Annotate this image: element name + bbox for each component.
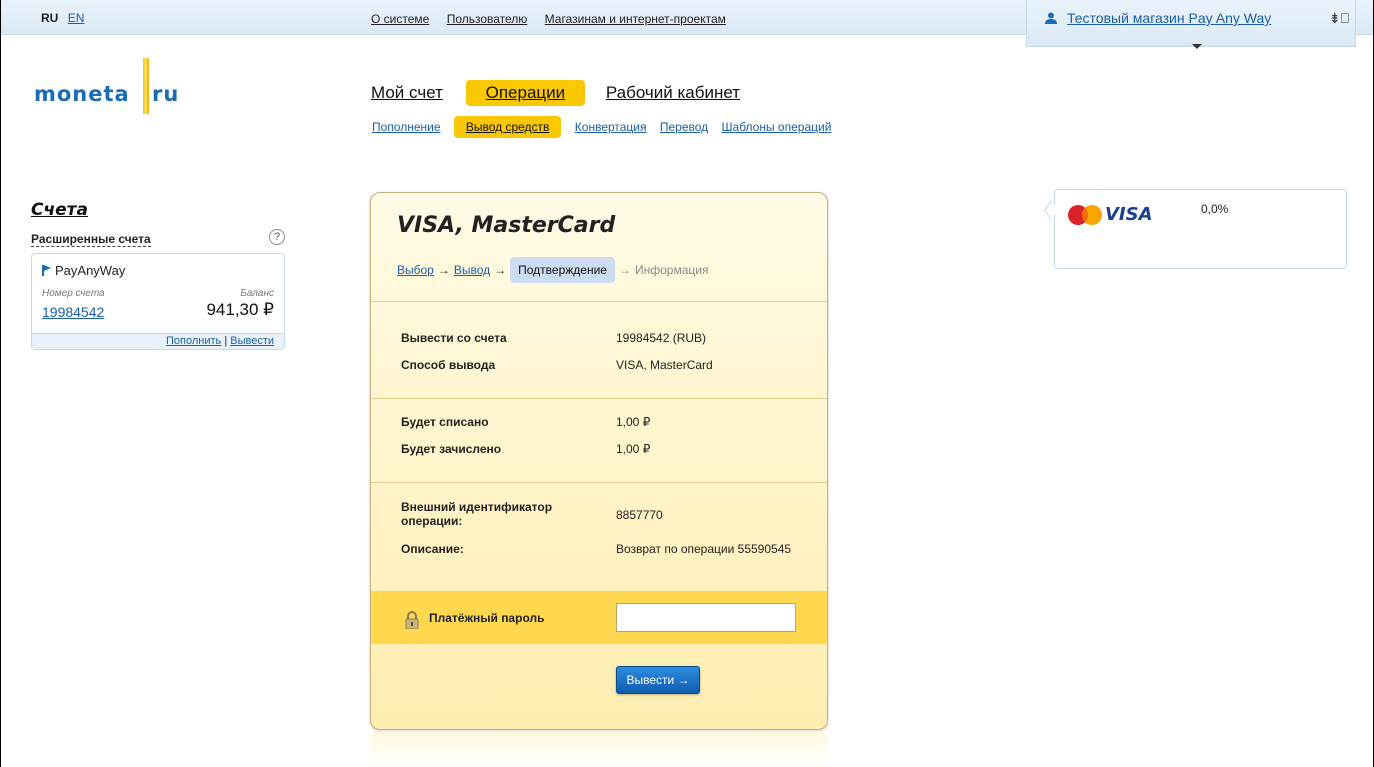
credit-value: 1,00 ₽ (616, 442, 651, 456)
visa-logo: VISA (1105, 204, 1153, 225)
chevron-down-icon[interactable] (1192, 44, 1202, 49)
withdraw-submit-button[interactable]: Вывести → (616, 666, 700, 694)
account-topup-link[interactable]: Пополнить (166, 335, 221, 347)
account-name: PayAnyWay (42, 263, 125, 278)
lock-icon (405, 611, 419, 629)
debit-label: Будет списано (401, 415, 489, 429)
step-arrow-3: → (618, 263, 631, 277)
user-box: Тестовый магазин Pay Any Way ⇟⎕ (1026, 0, 1356, 49)
password-input[interactable] (616, 603, 796, 632)
account-card: PayAnyWay Номер счета Баланс 19984542 94… (31, 253, 285, 350)
nav-operations[interactable]: Операции (465, 80, 586, 106)
logo-text-right: ru (152, 82, 180, 106)
sub-nav: Пополнение Вывод средств Конвертация Пер… (372, 116, 841, 138)
top-nav: О системе Пользователю Магазинам и интер… (371, 12, 740, 26)
subnav-withdraw[interactable]: Вывод средств (453, 116, 562, 138)
subnav-convert[interactable]: Конвертация (575, 120, 647, 134)
main-nav: Мой счет Операции Рабочий кабинет (371, 80, 756, 106)
subnav-templates[interactable]: Шаблоны операций (722, 120, 832, 134)
method-value: VISA, MasterCard (616, 358, 713, 372)
topnav-user-link[interactable]: Пользователю (447, 12, 528, 26)
account-number-link[interactable]: 19984542 (42, 304, 104, 320)
accounts-title[interactable]: Счета (31, 200, 285, 220)
mastercard-icon (1068, 205, 1102, 225)
withdraw-form-panel: VISA, MasterCard Выбор → Вывод → Подтвер… (370, 192, 828, 730)
flag-icon (42, 265, 51, 276)
lang-en-link[interactable]: EN (68, 11, 85, 25)
subnav-topup[interactable]: Пополнение (372, 120, 441, 134)
language-switch: RU EN (41, 11, 84, 25)
user-name-link[interactable]: Тестовый магазин Pay Any Way (1067, 10, 1271, 26)
password-label: Платёжный пароль (429, 611, 545, 625)
panel-reflection (370, 731, 828, 767)
step-arrow-1: → (437, 263, 450, 277)
description-value: Возврат по операции 55590545 (616, 542, 792, 556)
account-balance: 941,30 ₽ (206, 300, 274, 319)
method-label: Способ вывода (401, 358, 496, 372)
divider (371, 398, 827, 399)
account-actions-separator: | (224, 335, 228, 347)
step-arrow-2: → (494, 263, 507, 277)
credit-label: Будет зачислено (401, 442, 502, 456)
account-balance-label: Баланс (240, 288, 274, 299)
account-actions: Пополнить | Вывести (32, 333, 284, 349)
description-label: Описание: (401, 542, 464, 556)
external-id-label: Внешний идентификатор операции: (401, 500, 553, 528)
step-breadcrumb: Выбор → Вывод → Подтверждение → Информац… (397, 257, 708, 283)
step-info: Информация (634, 263, 709, 277)
account-withdraw-link[interactable]: Вывести (230, 335, 274, 347)
step-withdraw-link[interactable]: Вывод (454, 263, 490, 277)
help-icon[interactable]: ? (269, 229, 285, 245)
divider (371, 301, 827, 302)
logo-text-left: moneta (34, 82, 130, 106)
debit-value: 1,00 ₽ (616, 415, 651, 429)
subnav-transfer[interactable]: Перевод (660, 120, 708, 134)
fee-value: 0,0% (1201, 202, 1229, 216)
from-account-value: 19984542 (RUB) (616, 331, 707, 345)
topnav-shops-link[interactable]: Магазинам и интернет-проектам (545, 12, 726, 26)
step-choose-link[interactable]: Выбор (397, 263, 434, 277)
topnav-about-link[interactable]: О системе (371, 12, 429, 26)
nav-cabinet[interactable]: Рабочий кабинет (606, 80, 740, 106)
fee-info-box: VISA 0,0% (1044, 189, 1347, 269)
logo-bar-icon (143, 58, 149, 114)
accounts-sidebar: Счета Расширенные счета ? PayAnyWay Номе… (31, 200, 285, 350)
user-icon (1045, 12, 1057, 24)
step-confirm: Подтверждение (510, 257, 615, 283)
logout-icon[interactable]: ⇟⎕ (1329, 10, 1349, 27)
nav-my-account[interactable]: Мой счет (371, 80, 443, 106)
extended-accounts-label[interactable]: Расширенные счета (31, 232, 151, 247)
account-number-label: Номер счета (42, 288, 105, 299)
form-title: VISA, MasterCard (397, 213, 616, 238)
account-name-text: PayAnyWay (55, 263, 126, 278)
divider (371, 482, 827, 483)
lang-ru: RU (41, 11, 59, 25)
from-account-label: Вывести со счета (401, 331, 507, 345)
external-id-value: 8857770 (616, 508, 663, 522)
